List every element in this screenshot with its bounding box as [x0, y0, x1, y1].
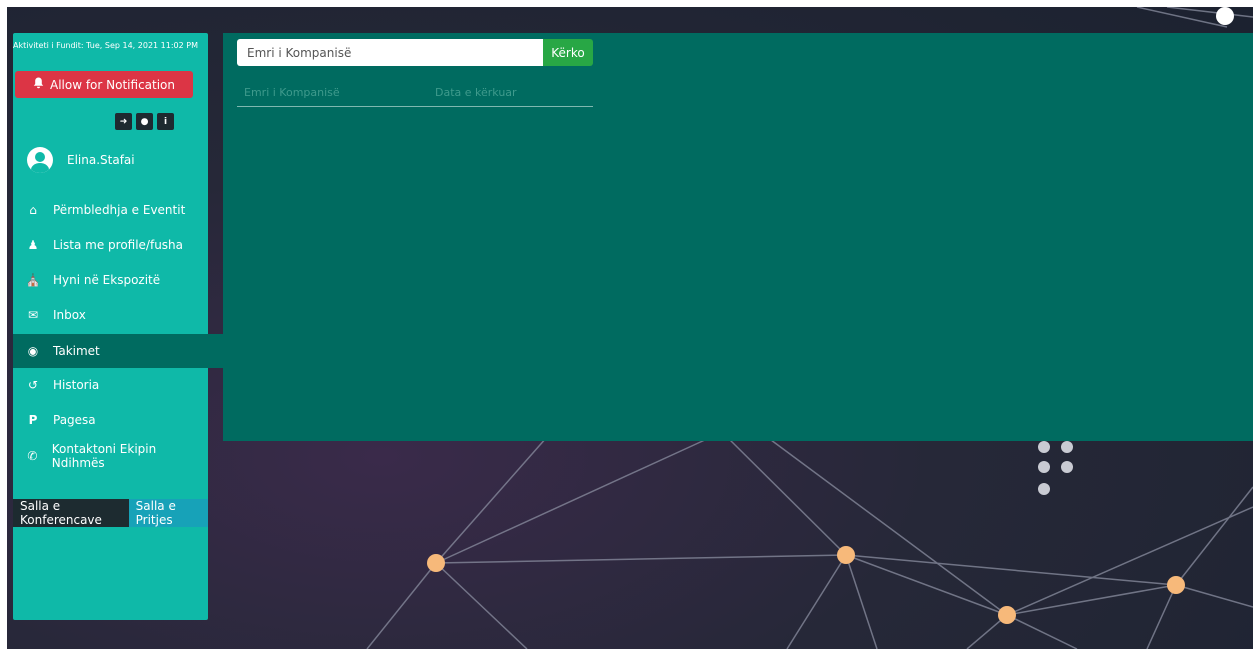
last-activity-text: Aktiviteti i Fundit: Tue, Sep 14, 2021 1… — [13, 41, 198, 50]
info-icon[interactable]: i — [157, 113, 174, 130]
search-button[interactable]: Kërko — [543, 39, 593, 66]
tab-waiting-room[interactable]: Salla e Pritjes — [128, 499, 208, 527]
sidebar-item-label: Kontaktoni Ekipin Ndihmës — [51, 442, 157, 470]
paypal-icon: P — [28, 413, 38, 427]
meetings-panel: Kërko Emri i Kompanisë Data e kërkuar — [223, 33, 1253, 441]
home-icon: ⌂ — [29, 203, 37, 217]
sidebar-item-label: Historia — [53, 378, 100, 392]
column-company-name: Emri i Kompanisë — [244, 86, 340, 99]
sidebar-item-inbox[interactable]: ✉ Inbox — [13, 298, 208, 332]
phone-icon: ✆ — [27, 449, 38, 463]
column-requested-date: Data e kërkuar — [435, 86, 517, 99]
sidebar-item-label: Përmbledhja e Eventit — [53, 203, 186, 217]
allow-notification-button[interactable]: Allow for Notification — [15, 71, 193, 98]
history-icon: ↺ — [27, 378, 39, 392]
bank-icon: ⛪ — [25, 273, 41, 287]
sidebar-item-label: Pagesa — [53, 413, 96, 427]
sidebar-item-event-summary[interactable]: ⌂ Përmbledhja e Eventit — [13, 193, 208, 227]
envelope-icon: ✉ — [27, 308, 39, 322]
globe-icon[interactable]: ● — [136, 113, 153, 130]
room-tabs: Salla e Konferencave Salla e Pritjes — [13, 499, 208, 527]
user-profile[interactable]: Elina.Stafai — [27, 147, 135, 173]
sidebar-item-label: Inbox — [53, 308, 86, 322]
user-name: Elina.Stafai — [67, 153, 135, 167]
table-header: Emri i Kompanisë Data e kërkuar — [237, 79, 593, 107]
sidebar-item-exhibition[interactable]: ⛪ Hyni në Ekspozitë — [13, 263, 208, 297]
sidebar-item-payments[interactable]: P Pagesa — [13, 403, 208, 437]
tab-conference-room[interactable]: Salla e Konferencave — [13, 499, 129, 527]
quick-icons: ➜ ● i — [115, 113, 174, 130]
camera-icon: ◉ — [27, 344, 39, 358]
sidebar-item-label: Hyni në Ekspozitë — [53, 273, 161, 287]
user-icon: ♟ — [27, 238, 39, 252]
sidebar-item-label: Lista me profile/fusha — [53, 238, 184, 252]
sidebar-item-label: Takimet — [53, 344, 100, 358]
sidebar: Aktiviteti i Fundit: Tue, Sep 14, 2021 1… — [13, 33, 223, 620]
bell-icon — [33, 77, 44, 92]
sidebar-item-contact-support[interactable]: ✆ Kontaktoni Ekipin Ndihmës — [13, 439, 208, 473]
sign-out-icon[interactable]: ➜ — [115, 113, 132, 130]
avatar-icon — [27, 147, 53, 173]
sidebar-item-meetings[interactable]: ◉ Takimet — [13, 334, 223, 368]
sidebar-item-profiles[interactable]: ♟ Lista me profile/fusha — [13, 228, 208, 262]
allow-notification-label: Allow for Notification — [49, 77, 175, 92]
company-search-input[interactable] — [237, 39, 543, 66]
sidebar-item-history[interactable]: ↺ Historia — [13, 368, 208, 402]
